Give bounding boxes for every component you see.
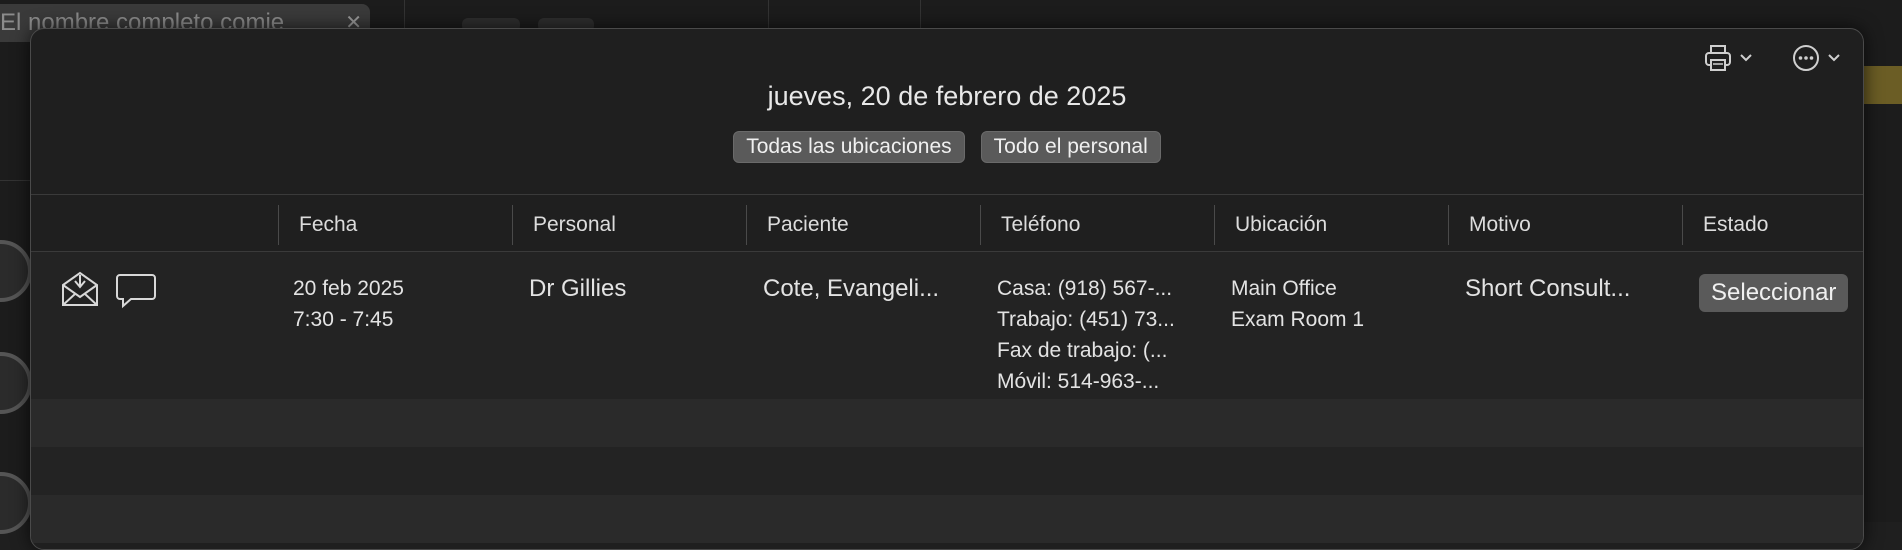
status-select-button[interactable]: Seleccionar (1699, 274, 1849, 312)
chevron-down-icon (1828, 54, 1840, 62)
column-header-location[interactable]: Ubicación (1214, 205, 1448, 245)
chat-bubble-icon[interactable] (115, 270, 157, 310)
staff-filter-button[interactable]: Todo el personal (980, 131, 1161, 163)
printer-icon (1705, 45, 1731, 71)
background-divider (920, 0, 921, 30)
empty-row (31, 399, 1863, 447)
header-divider (31, 194, 1863, 195)
column-header-reason[interactable]: Motivo (1448, 205, 1682, 245)
background-avatar[interactable] (0, 240, 32, 302)
phone-mobile: Móvil: 514-963-... (997, 370, 1160, 393)
appointment-date: 20 feb 2025 (293, 277, 404, 300)
background-avatar[interactable] (0, 472, 32, 534)
envelope-icon[interactable] (59, 269, 101, 309)
background-avatar[interactable] (0, 352, 32, 414)
column-header-status[interactable]: Estado (1682, 205, 1863, 245)
column-header-phone[interactable]: Teléfono (980, 205, 1214, 245)
background-divider (768, 0, 769, 30)
column-header-patient[interactable]: Paciente (746, 205, 980, 245)
background-accent-strip (1862, 66, 1902, 104)
column-header-staff[interactable]: Personal (512, 205, 746, 245)
appointment-time: 7:30 - 7:45 (293, 308, 394, 331)
background-divider (0, 180, 30, 181)
ellipsis-circle-icon (1793, 45, 1819, 71)
chevron-down-icon (1740, 54, 1752, 62)
location-office: Main Office (1231, 277, 1337, 300)
column-header-date[interactable]: Fecha (278, 205, 512, 245)
print-menu-button[interactable] (1703, 41, 1753, 75)
phone-home: Casa: (918) 567-... (997, 277, 1173, 300)
appointment-sheet: jueves, 20 de febrero de 2025 Todas las … (30, 28, 1864, 550)
appointment-reason: Short Consult... (1465, 275, 1631, 302)
staff-name: Dr Gillies (529, 275, 627, 302)
more-actions-button[interactable] (1791, 41, 1841, 75)
location-room: Exam Room 1 (1231, 308, 1365, 331)
date-title: jueves, 20 de febrero de 2025 (767, 81, 1127, 111)
locations-filter-button[interactable]: Todas las ubicaciones (733, 131, 965, 163)
filter-bar: Todas las ubicaciones Todo el personal (31, 131, 1863, 163)
patient-name[interactable]: Cote, Evangeli... (763, 274, 939, 304)
phone-work: Trabajo: (451) 73... (997, 308, 1175, 331)
background-divider (404, 0, 405, 30)
empty-row (31, 495, 1863, 543)
phone-work-fax: Fax de trabajo: (... (997, 339, 1168, 362)
empty-row (31, 447, 1863, 495)
